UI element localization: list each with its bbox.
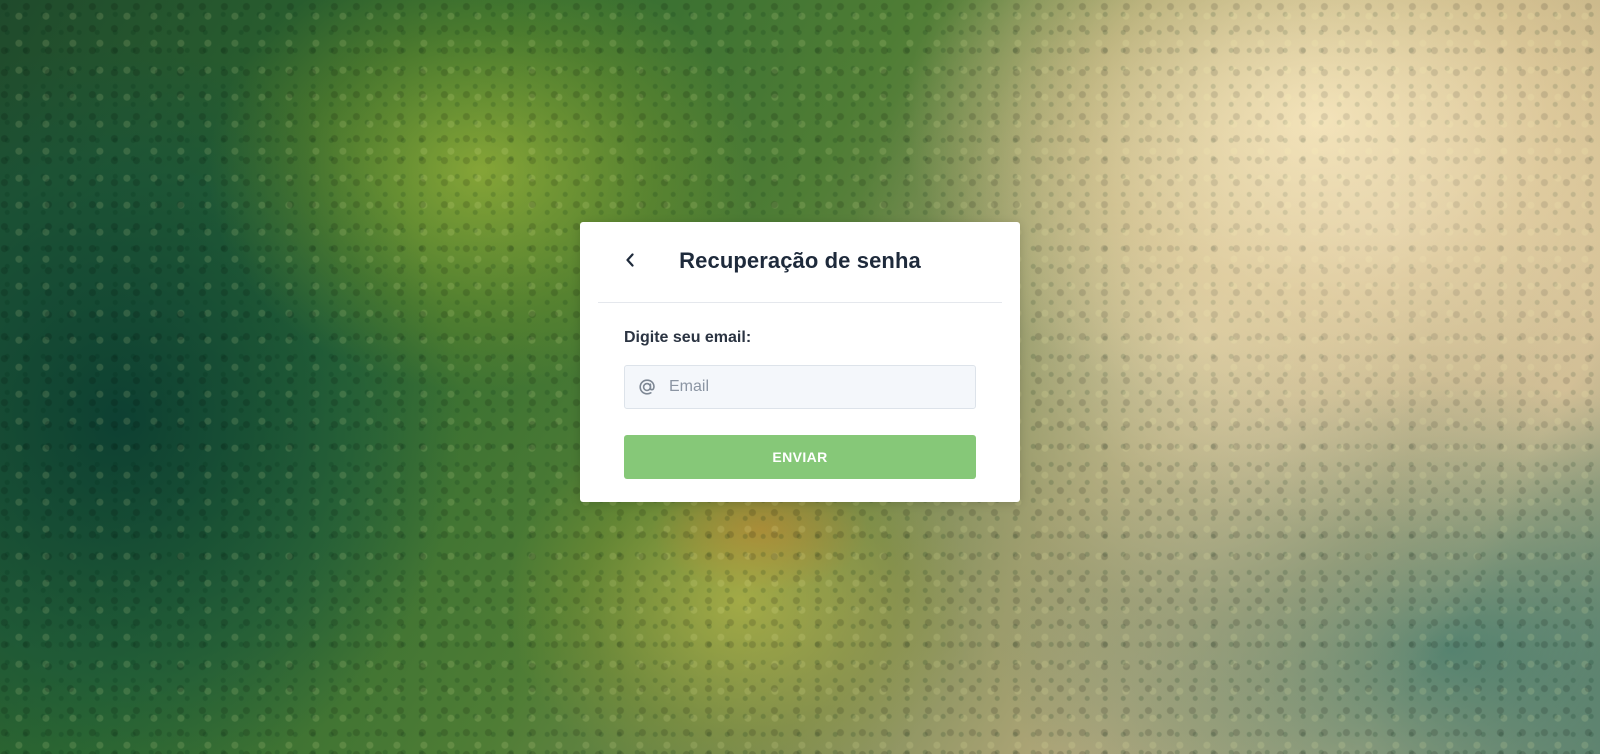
email-label: Digite seu email: [624, 329, 752, 346]
card-header: Recuperação de senha [598, 222, 1002, 303]
at-sign-icon [637, 377, 657, 397]
submit-button[interactable]: ENVIAR [624, 435, 976, 479]
email-input[interactable] [669, 366, 969, 408]
password-recovery-card: Recuperação de senha Digite seu email: E… [580, 222, 1020, 502]
email-field-wrapper [624, 365, 976, 409]
page-title: Recuperação de senha [679, 248, 921, 273]
recovery-form: Digite seu email: ENVIAR [580, 303, 1020, 479]
